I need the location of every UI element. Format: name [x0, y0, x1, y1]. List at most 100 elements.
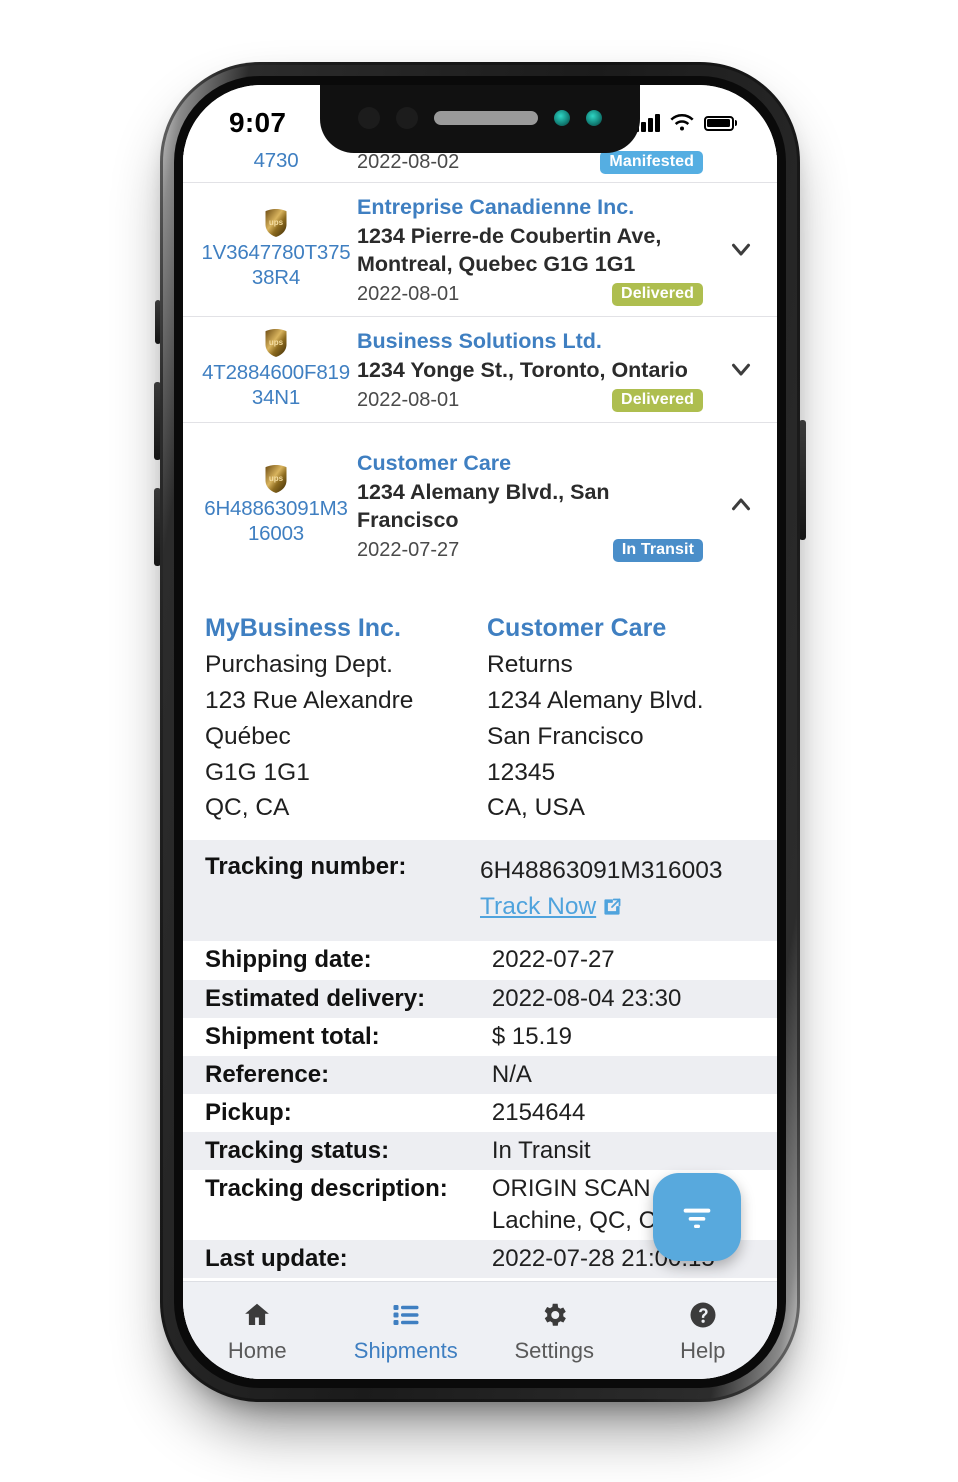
- table-row: Pickup: 2154644: [183, 1094, 777, 1132]
- table-row: Shipping date: 2022-07-27: [183, 941, 777, 979]
- detail-label: Shipping date:: [205, 946, 372, 974]
- tab-help-label: Help: [680, 1337, 726, 1363]
- shipment-address: 1234 Yonge St., Toronto, Ontario: [357, 357, 688, 382]
- tracking-number[interactable]: 4730: [201, 148, 351, 174]
- home-icon: [242, 1298, 272, 1332]
- filter-icon: [683, 1208, 711, 1228]
- detail-label: Estimated delivery:: [205, 984, 426, 1012]
- phone-frame-band: 9:07 4730 2022-08-02 Manifested ups 1V36…: [163, 65, 797, 1399]
- sender-line-1: Purchasing Dept.: [205, 651, 393, 679]
- sender-line-5: QC, CA: [205, 794, 290, 822]
- detail-value: 1: [492, 1278, 777, 1281]
- shipment-date: 2022-08-01: [357, 282, 460, 305]
- ups-logo-icon: ups: [265, 328, 287, 357]
- tracking-number-value-group: 6H48863091M316003 Track Now: [480, 853, 755, 925]
- tracking-number[interactable]: 6H48863091M316003: [201, 496, 351, 547]
- phone-bezel: 9:07 4730 2022-08-02 Manifested ups 1V36…: [174, 76, 786, 1388]
- company-name[interactable]: Customer Care: [357, 449, 709, 478]
- tab-settings[interactable]: Settings: [480, 1298, 629, 1364]
- status-badge: In Transit: [612, 538, 703, 562]
- sender-line-4: G1G 1G1: [205, 758, 310, 786]
- tracking-number-value: 6H48863091M316003: [480, 857, 723, 885]
- tracking-number-label: Tracking number:: [205, 853, 407, 881]
- list-item-expanded[interactable]: ups 6H48863091M316003 Customer Care 1234…: [183, 422, 777, 592]
- detail-label: Shipment total:: [205, 1022, 380, 1050]
- expand-chevron-down-icon[interactable]: [715, 234, 767, 264]
- power-button[interactable]: [799, 420, 806, 540]
- detail-label: Number of packages:: [183, 1278, 492, 1281]
- detail-value: N/A: [491, 1060, 532, 1088]
- svg-text:ups: ups: [269, 338, 284, 347]
- tab-settings-label: Settings: [514, 1337, 595, 1363]
- shipment-date: 2022-08-01: [357, 388, 460, 411]
- list-item[interactable]: ups 4T2884600F81934N1 Business Solutions…: [183, 316, 777, 423]
- battery-full-icon: [703, 115, 737, 131]
- phone-screen: 9:07 4730 2022-08-02 Manifested ups 1V36…: [183, 85, 777, 1379]
- camera-dot-icon: [396, 107, 418, 129]
- tab-home-label: Home: [227, 1337, 287, 1363]
- expand-chevron-down-icon[interactable]: [715, 354, 767, 384]
- track-now-link[interactable]: Track Now: [480, 889, 622, 926]
- sensor-dot-icon: [586, 110, 602, 126]
- list-item[interactable]: ups 1V3647780T37538R4 Entreprise Canadie…: [183, 183, 777, 317]
- detail-value: 2022-08-04 23:30: [491, 984, 682, 1012]
- list-icon: [391, 1298, 421, 1332]
- track-now-label: Track Now: [480, 892, 597, 920]
- detail-label: Pickup:: [205, 1099, 292, 1127]
- phone-notch: [320, 85, 640, 153]
- status-badge: Delivered: [612, 282, 703, 306]
- tracking-number-cell[interactable]: ups 1V3647780T37538R4: [201, 208, 351, 291]
- tab-shipments[interactable]: Shipments: [332, 1298, 481, 1364]
- detail-value: In Transit: [491, 1137, 591, 1165]
- tracking-number-cell[interactable]: ups 4T2884600F81934N1: [201, 328, 351, 411]
- company-name[interactable]: Entreprise Canadienne Inc.: [357, 193, 709, 222]
- recipient-line-2: 1234 Alemany Blvd.: [487, 687, 704, 714]
- svg-text:ups: ups: [269, 474, 284, 483]
- detail-value: $ 15.19: [491, 1022, 572, 1050]
- status-badge: Delivered: [612, 388, 703, 412]
- tracking-number-cell[interactable]: ups 6H48863091M316003: [201, 464, 351, 547]
- filter-fab-button[interactable]: [653, 1173, 741, 1261]
- status-bar-indicators: [634, 113, 737, 133]
- company-name[interactable]: Business Solutions Ltd.: [357, 327, 709, 356]
- recipient-name[interactable]: Customer Care: [487, 610, 755, 648]
- shipment-summary: Customer Care 1234 Alemany Blvd., San Fr…: [357, 449, 709, 562]
- shipments-scroll-area[interactable]: 4730 2022-08-02 Manifested ups 1V3647780…: [183, 147, 777, 1281]
- detail-value: 2022-07-27: [491, 946, 615, 974]
- collapse-chevron-up-icon[interactable]: [715, 490, 767, 520]
- detail-label: Tracking status:: [205, 1137, 390, 1165]
- screenshot-root: 9:07 4730 2022-08-02 Manifested ups 1V36…: [0, 0, 958, 1482]
- recipient-address: Customer Care Returns 1234 Alemany Blvd.…: [487, 610, 755, 826]
- address-block: MyBusiness Inc. Purchasing Dept. 123 Rue…: [183, 592, 777, 840]
- tracking-number[interactable]: 4T2884600F81934N1: [201, 360, 351, 411]
- status-badge: Manifested: [600, 151, 703, 174]
- detail-label: Reference:: [205, 1060, 330, 1088]
- detail-label: Tracking description:: [205, 1175, 448, 1203]
- shipment-date: 2022-07-27: [357, 538, 460, 561]
- phone-frame: 9:07 4730 2022-08-02 Manifested ups 1V36…: [160, 62, 800, 1402]
- table-row: Reference: N/A: [183, 1055, 777, 1095]
- recipient-line-4: 12345: [487, 758, 556, 786]
- recipient-line-1: Returns: [487, 651, 573, 679]
- bottom-navigation: Home Shipments Settings Help: [183, 1281, 777, 1379]
- sender-address: MyBusiness Inc. Purchasing Dept. 123 Rue…: [205, 610, 473, 826]
- ups-logo-icon: ups: [265, 464, 287, 493]
- help-circle-icon: [688, 1298, 718, 1332]
- table-row: Estimated delivery: 2022-08-04 23:30: [183, 979, 777, 1018]
- shipment-address: 1234 Pierre-de Coubertin Ave, Montreal, …: [357, 224, 662, 276]
- app-content: 4730 2022-08-02 Manifested ups 1V3647780…: [183, 147, 777, 1379]
- sender-name[interactable]: MyBusiness Inc.: [205, 610, 473, 648]
- tab-help[interactable]: Help: [629, 1298, 778, 1364]
- tracking-number[interactable]: 1V3647780T37538R4: [201, 240, 351, 291]
- tab-home[interactable]: Home: [183, 1298, 332, 1364]
- shipment-summary: Business Solutions Ltd. 1234 Yonge St., …: [357, 327, 709, 412]
- detail-label: Last update:: [205, 1244, 348, 1272]
- shipment-summary: Entreprise Canadienne Inc. 1234 Pierre-d…: [357, 193, 709, 306]
- sender-line-3: Québec: [205, 722, 291, 750]
- tracking-number-cell[interactable]: 4730: [201, 148, 351, 174]
- shipment-address: 1234 Alemany Blvd., San Francisco: [357, 479, 610, 532]
- gear-icon: [539, 1298, 569, 1332]
- table-row: Number of packages: 1: [183, 1278, 777, 1281]
- recipient-line-5: CA, USA: [487, 794, 586, 822]
- ups-logo-icon: ups: [265, 208, 287, 237]
